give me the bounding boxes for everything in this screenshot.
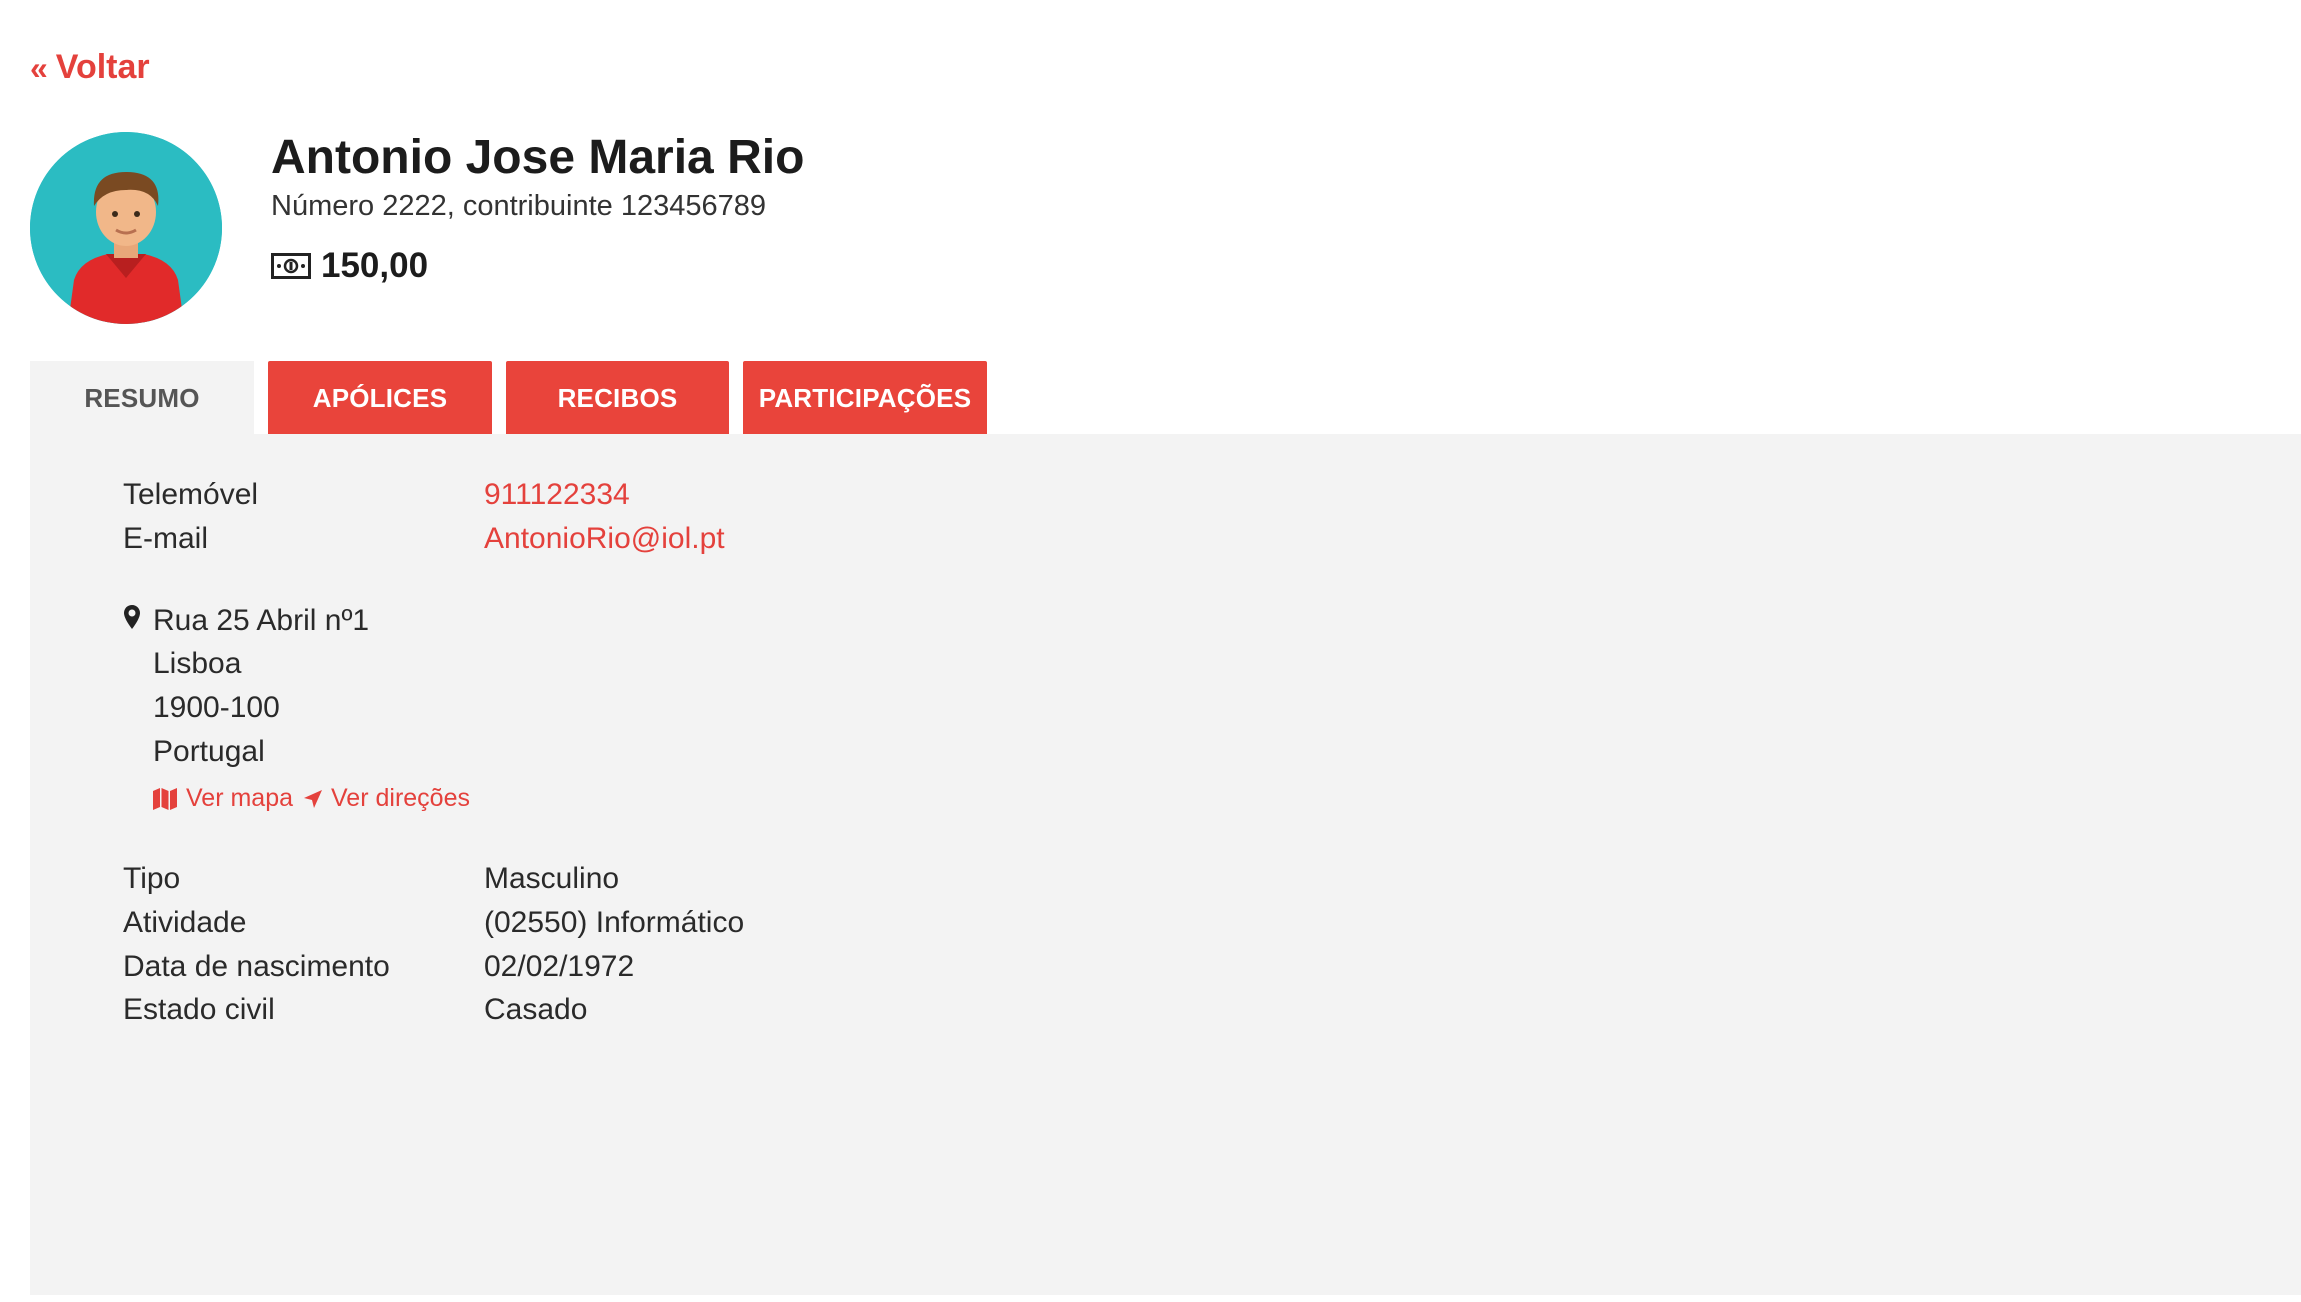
- phone-row: Telemóvel 911122334: [123, 478, 630, 512]
- avatar: [30, 132, 222, 324]
- detail-value: 02/02/1972: [484, 950, 635, 983]
- phone-link[interactable]: 911122334: [484, 478, 630, 512]
- client-name: Antonio Jose Maria Rio: [271, 131, 805, 184]
- detail-label: Atividade: [123, 906, 247, 939]
- detail-value: Casado: [484, 993, 588, 1026]
- email-link[interactable]: AntonioRio@iol.pt: [484, 522, 725, 556]
- view-directions-label: Ver direções: [331, 784, 470, 812]
- map-links: Ver mapa Ver direções: [152, 784, 470, 813]
- tab-resumo[interactable]: RESUMO: [30, 361, 254, 436]
- tab-bar: RESUMO APÓLICES RECIBOS PARTICIPAÇÕES: [30, 361, 987, 436]
- person-avatar-icon: [30, 132, 222, 324]
- back-label: Voltar: [55, 48, 150, 86]
- view-directions-link[interactable]: Ver direções: [303, 784, 470, 813]
- detail-label: Estado civil: [123, 993, 275, 1026]
- view-map-link[interactable]: Ver mapa: [152, 784, 293, 813]
- address-postal-code: 1900-100: [153, 691, 280, 724]
- tab-apolices[interactable]: APÓLICES: [268, 361, 492, 436]
- detail-row-birthdate: Data de nascimento 02/02/1972: [123, 950, 634, 984]
- location-arrow-icon: [304, 789, 323, 808]
- address-country: Portugal: [153, 735, 265, 768]
- back-link[interactable]: « Voltar: [30, 48, 150, 87]
- detail-value: Masculino: [484, 862, 620, 895]
- money-icon: [271, 253, 311, 279]
- phone-label: Telemóvel: [123, 478, 259, 511]
- detail-label: Tipo: [123, 862, 181, 895]
- double-chevron-left-icon: «: [30, 49, 48, 86]
- map-pin-icon: [124, 605, 140, 629]
- email-label: E-mail: [123, 522, 209, 555]
- email-row: E-mail AntonioRio@iol.pt: [123, 522, 725, 556]
- address-street: Rua 25 Abril nº1: [153, 604, 370, 637]
- client-balance: 150,00: [271, 246, 428, 286]
- detail-row-marital-status: Estado civil Casado: [123, 993, 587, 1027]
- detail-label: Data de nascimento: [123, 950, 390, 983]
- client-profile-page: « Voltar Antonio Jose Maria Rio Número 2…: [0, 0, 2301, 1302]
- detail-value: (02550) Informático: [484, 906, 745, 939]
- summary-panel: Telemóvel 911122334 E-mail AntonioRio@io…: [30, 434, 2301, 1295]
- map-icon: [153, 787, 177, 810]
- view-map-label: Ver mapa: [186, 784, 294, 812]
- balance-amount: 150,00: [321, 246, 429, 285]
- detail-row-activity: Atividade (02550) Informático: [123, 906, 744, 940]
- client-subtitle: Número 2222, contribuinte 123456789: [271, 190, 766, 222]
- address-city: Lisboa: [153, 647, 242, 680]
- tab-recibos[interactable]: RECIBOS: [506, 361, 729, 436]
- detail-row-type: Tipo Masculino: [123, 862, 619, 896]
- tab-participacoes[interactable]: PARTICIPAÇÕES: [743, 361, 987, 436]
